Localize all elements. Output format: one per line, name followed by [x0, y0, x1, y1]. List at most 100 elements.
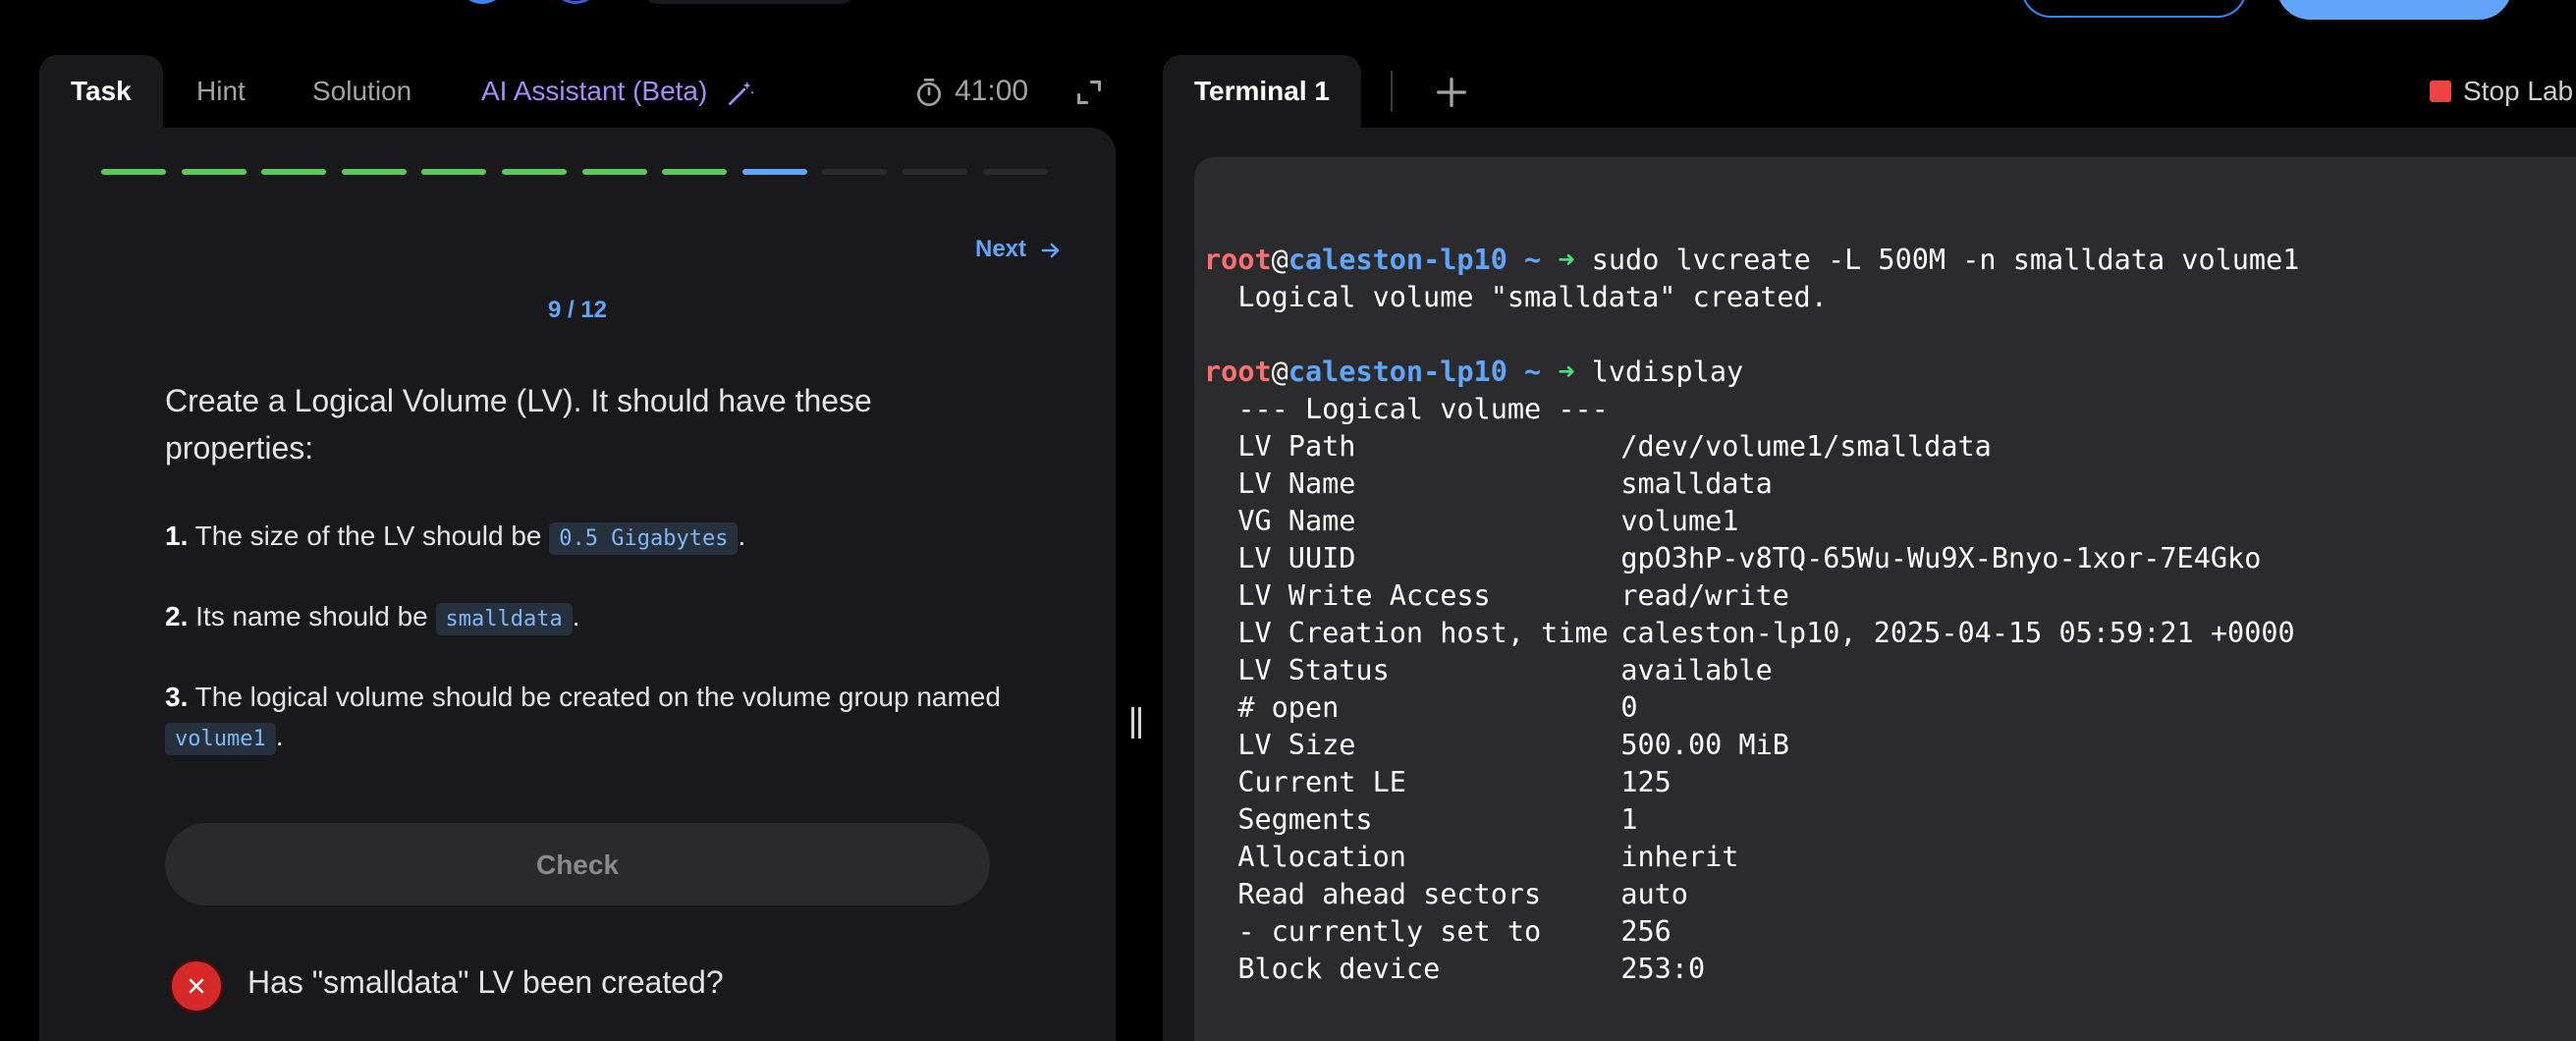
lv-row-key: LV Path — [1237, 430, 1356, 463]
lv-row-key: LV UUID — [1237, 542, 1356, 575]
task-item-3: 3. The logical volume should be created … — [165, 678, 1010, 759]
lv-row-value: 1 — [1620, 803, 1638, 836]
task-item-punct: . — [738, 520, 746, 551]
lv-row-key: Block device — [1237, 953, 1441, 985]
stopwatch-icon — [917, 79, 941, 107]
header-outline-button[interactable] — [2021, 0, 2247, 18]
progress-segment — [741, 169, 807, 175]
plus-icon[interactable] — [1432, 73, 1471, 112]
lv-row: - currently set to 256 — [1204, 913, 2299, 951]
magic-wand-icon — [729, 81, 754, 105]
lv-row: Block device 253:0 — [1204, 951, 2299, 988]
lv-row-value: available — [1620, 654, 1773, 686]
task-item-code: 0.5 Gigabytes — [549, 522, 739, 555]
lv-row-key: LV Size — [1237, 729, 1356, 761]
task-item-text: The logical volume should be created on … — [194, 682, 1001, 712]
lv-row: LV Path/dev/volume1/smalldata — [1204, 428, 2299, 466]
terminal-window[interactable]: root@caleston-lp10 ~ ➜ sudo lvcreate -L … — [1194, 157, 2576, 1041]
lv-row: LV Status available — [1204, 652, 2299, 689]
task-panel: Task Hint Solution AI Assistant (Beta) 4… — [39, 55, 1116, 1041]
lv-row-key: LV Name — [1237, 467, 1356, 500]
next-button[interactable]: Next — [975, 236, 1063, 263]
progress-segment — [181, 169, 247, 175]
header-primary-button[interactable] — [2276, 0, 2512, 20]
step-progress-bar — [101, 169, 1054, 175]
progress-segment — [261, 169, 327, 175]
progress-segment — [341, 169, 407, 175]
task-item-1: 1. The size of the LV should be 0.5 Giga… — [165, 517, 1010, 559]
progress-segment — [822, 169, 888, 175]
lv-row-value: 256 — [1620, 915, 1672, 948]
lv-row: LV Write Access read/write — [1204, 577, 2299, 615]
lv-row-key: VG Name — [1237, 505, 1356, 537]
check-button[interactable]: Check — [165, 823, 990, 905]
lv-row-value: 253:0 — [1620, 953, 1706, 985]
lv-row-value: auto — [1620, 878, 1688, 910]
progress-segment — [101, 169, 166, 175]
arrow-right-icon — [1041, 243, 1059, 257]
lv-row: Read ahead sectors auto — [1204, 876, 2299, 913]
timer: 41:00 — [913, 55, 1028, 128]
terminal-line: --- Logical volume --- — [1204, 393, 1609, 425]
lv-row-key: LV Status — [1237, 654, 1390, 686]
task-description: Create a Logical Volume (LV). It should … — [165, 383, 872, 466]
tab-hint[interactable]: Hint — [196, 55, 246, 128]
lv-row-key: # open — [1237, 691, 1340, 724]
lv-row-key: Segments — [1237, 803, 1373, 836]
lv-row-key: Allocation — [1237, 841, 1406, 873]
progress-segment — [662, 169, 728, 175]
terminal-line: root@caleston-lp10 ~ ➜ lvdisplay — [1204, 356, 1744, 388]
fail-icon — [169, 959, 224, 1014]
task-tabbar: Task Hint Solution AI Assistant (Beta) 4… — [39, 55, 1116, 128]
lv-row: LV Creation host, time caleston-lp10, 202… — [1204, 615, 2299, 652]
expand-icon[interactable] — [1075, 79, 1103, 106]
task-body: Next 9 / 12 Create a Logical Volume (LV)… — [39, 128, 1116, 1041]
lv-row: Current LE 125 — [1204, 764, 2299, 801]
lv-row-value: volume1 — [1620, 505, 1739, 537]
terminal-line: Logical volume "smalldata" created. — [1204, 281, 1828, 313]
tab-separator — [1391, 71, 1393, 112]
terminal-panel: Terminal 1 Stop Lab root@caleston-lp10 ~… — [1163, 55, 2576, 1041]
lv-row-key: LV Write Access — [1237, 579, 1491, 612]
stop-icon — [2430, 80, 2451, 102]
terminal-line: root@caleston-lp10 ~ ➜ sudo lvcreate -L … — [1204, 244, 2300, 276]
lv-row-value: gpO3hP-v8TQ-65Wu-Wu9X-Bnyo-1xor-7E4Gko — [1620, 542, 2262, 575]
lv-row: # open 0 — [1204, 689, 2299, 727]
panel-resize-handle[interactable] — [1131, 707, 1145, 739]
progress-segment — [903, 169, 967, 175]
lv-row: Segments 1 — [1204, 801, 2299, 839]
task-item-punct: . — [275, 721, 284, 751]
progress-segment — [502, 169, 567, 175]
task-item-text: The size of the LV should be — [194, 520, 542, 551]
profile-button[interactable] — [550, 0, 601, 4]
lv-row: VG Name volume1 — [1204, 503, 2299, 540]
stop-lab-button[interactable]: Stop Lab — [2430, 55, 2573, 128]
task-item-code: volume1 — [165, 723, 276, 755]
progress-segment — [581, 169, 647, 175]
tab-ai-assistant-label: AI Assistant (Beta) — [481, 76, 708, 106]
lv-row: LV UUID gpO3hP-v8TQ-65Wu-Wu9X-Bnyo-1xor-7… — [1204, 540, 2299, 577]
tab-solution[interactable]: Solution — [312, 55, 411, 128]
check-result: Has "smalldata" LV been created? — [169, 959, 1053, 1014]
avatar[interactable] — [457, 0, 508, 4]
check-result-text: Has "smalldata" LV been created? — [247, 964, 724, 1000]
lv-row-value: smalldata — [1620, 467, 1773, 500]
tab-terminal-1[interactable]: Terminal 1 — [1163, 55, 1361, 128]
lv-row: Allocation inherit — [1204, 839, 2299, 876]
lv-row-value: /dev/volume1/smalldata — [1620, 430, 1992, 463]
header-pill — [643, 0, 854, 4]
timer-value: 41:00 — [955, 75, 1029, 107]
step-counter: 9 / 12 — [547, 297, 608, 323]
lv-row-key: Current LE — [1237, 766, 1406, 798]
tab-task[interactable]: Task — [39, 55, 163, 128]
lv-row: LV Name smalldata — [1204, 466, 2299, 503]
tab-ai-assistant[interactable]: AI Assistant (Beta) — [481, 55, 756, 128]
lv-row-key: - currently set to — [1237, 915, 1542, 948]
task-item-number: 1. — [165, 520, 189, 551]
lv-row-value: inherit — [1620, 841, 1739, 873]
task-item-number: 3. — [165, 682, 189, 712]
task-item-number: 2. — [165, 601, 189, 631]
progress-segment — [982, 169, 1048, 175]
task-item-text: Its name should be — [195, 601, 428, 631]
lv-row-key: LV Creation host, time — [1237, 617, 1609, 649]
